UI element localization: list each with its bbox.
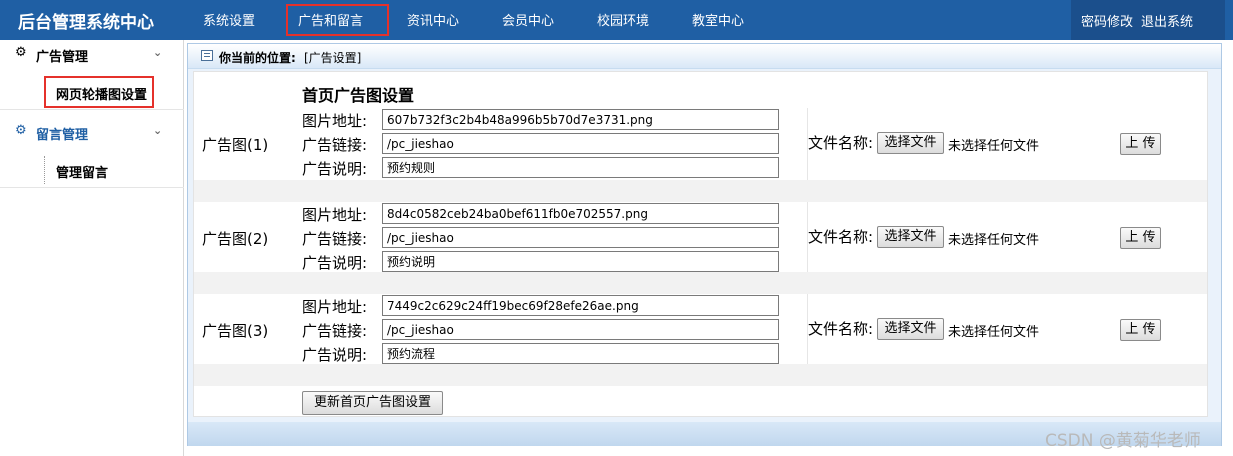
window-icon — [201, 50, 213, 61]
desc-input[interactable] — [382, 251, 779, 272]
section-title: 首页广告图设置 — [302, 86, 415, 105]
choose-file-button[interactable]: 选择文件 — [877, 318, 944, 340]
upload-button[interactable]: 上 传 — [1120, 319, 1161, 341]
no-file-text: 未选择任何文件 — [948, 233, 1040, 248]
choose-file-button[interactable]: 选择文件 — [877, 132, 944, 154]
row-separator — [194, 272, 1207, 294]
ad-label: 广告图(2) — [202, 230, 269, 248]
selected-item-highlight — [44, 76, 154, 108]
breadcrumb: 你当前的位置: [广告设置] — [188, 44, 1221, 69]
upload-button[interactable]: 上 传 — [1120, 227, 1161, 249]
row-separator — [194, 180, 1207, 202]
desc-label: 广告说明: — [302, 254, 368, 272]
desc-input[interactable] — [382, 157, 779, 178]
no-file-text: 未选择任何文件 — [948, 325, 1040, 340]
sidebar-group-messages[interactable]: ⚙ 留言管理 ⌄ — [0, 118, 184, 148]
link-label: 广告链接: — [302, 322, 368, 340]
image-url-input[interactable] — [382, 109, 779, 130]
app-title: 后台管理系统中心 — [18, 13, 154, 33]
choose-file-button[interactable]: 选择文件 — [877, 226, 944, 248]
nav-active-highlight — [286, 4, 389, 36]
top-bar: 后台管理系统中心 系统设置 广告和留言 资讯中心 会员中心 校园环境 教室中心 … — [0, 0, 1233, 40]
nav-campus-environment[interactable]: 校园环境 — [597, 10, 649, 29]
ad-label: 广告图(3) — [202, 322, 269, 340]
gear-icon: ⚙ — [15, 123, 27, 138]
image-url-label: 图片地址: — [302, 206, 368, 224]
chevron-down-icon: ⌄ — [153, 46, 163, 59]
breadcrumb-value: [广告设置] — [304, 51, 362, 65]
upload-button[interactable]: 上 传 — [1120, 133, 1161, 155]
watermark: CSDN @黄菊华老师 — [1045, 431, 1201, 451]
gear-icon: ⚙ — [15, 45, 27, 60]
logout-link[interactable]: 退出系统 — [1141, 11, 1193, 30]
link-input[interactable] — [382, 133, 779, 154]
sidebar-group-ads[interactable]: ⚙ 广告管理 ⌄ — [0, 40, 184, 70]
chevron-down-icon: ⌄ — [153, 124, 163, 137]
sidebar: ⚙ 广告管理 ⌄ 网页轮播图设置 ⚙ 留言管理 ⌄ 管理留言 — [0, 40, 184, 456]
breadcrumb-label: 你当前的位置: — [219, 51, 296, 65]
link-input[interactable] — [382, 319, 779, 340]
sidebar-item-label: 管理留言 — [56, 166, 109, 181]
ad-settings-form: 首页广告图设置 广告图(1) 图片地址: 广告链接: 广告说明: 文件名称: 选… — [193, 71, 1208, 417]
file-name-label: 文件名称: — [808, 320, 874, 338]
link-input[interactable] — [382, 227, 779, 248]
file-name-label: 文件名称: — [808, 134, 874, 152]
image-url-input[interactable] — [382, 203, 779, 224]
main-panel: 你当前的位置: [广告设置] 首页广告图设置 广告图(1) 图片地址: 广告链接… — [187, 43, 1222, 446]
top-right-actions: 密码修改 退出系统 — [1071, 0, 1225, 40]
link-label: 广告链接: — [302, 136, 368, 154]
nav-classroom-center[interactable]: 教室中心 — [692, 10, 744, 29]
sidebar-group-label: 广告管理 — [36, 50, 89, 65]
ad-label: 广告图(1) — [202, 136, 269, 154]
sidebar-group-label: 留言管理 — [36, 128, 89, 143]
no-file-text: 未选择任何文件 — [948, 139, 1040, 154]
desc-input[interactable] — [382, 343, 779, 364]
link-label: 广告链接: — [302, 230, 368, 248]
image-url-label: 图片地址: — [302, 298, 368, 316]
desc-label: 广告说明: — [302, 346, 368, 364]
nav-system-settings[interactable]: 系统设置 — [203, 10, 255, 29]
image-url-input[interactable] — [382, 295, 779, 316]
change-password-link[interactable]: 密码修改 — [1081, 11, 1133, 30]
row-separator — [194, 364, 1207, 386]
file-name-label: 文件名称: — [808, 228, 874, 246]
tree-line — [44, 156, 45, 184]
nav-news-center[interactable]: 资讯中心 — [407, 10, 459, 29]
update-ads-button[interactable]: 更新首页广告图设置 — [302, 391, 443, 415]
nav-member-center[interactable]: 会员中心 — [502, 10, 554, 29]
sidebar-item-manage-messages[interactable]: 管理留言 — [0, 152, 184, 188]
image-url-label: 图片地址: — [302, 112, 368, 130]
desc-label: 广告说明: — [302, 160, 368, 178]
